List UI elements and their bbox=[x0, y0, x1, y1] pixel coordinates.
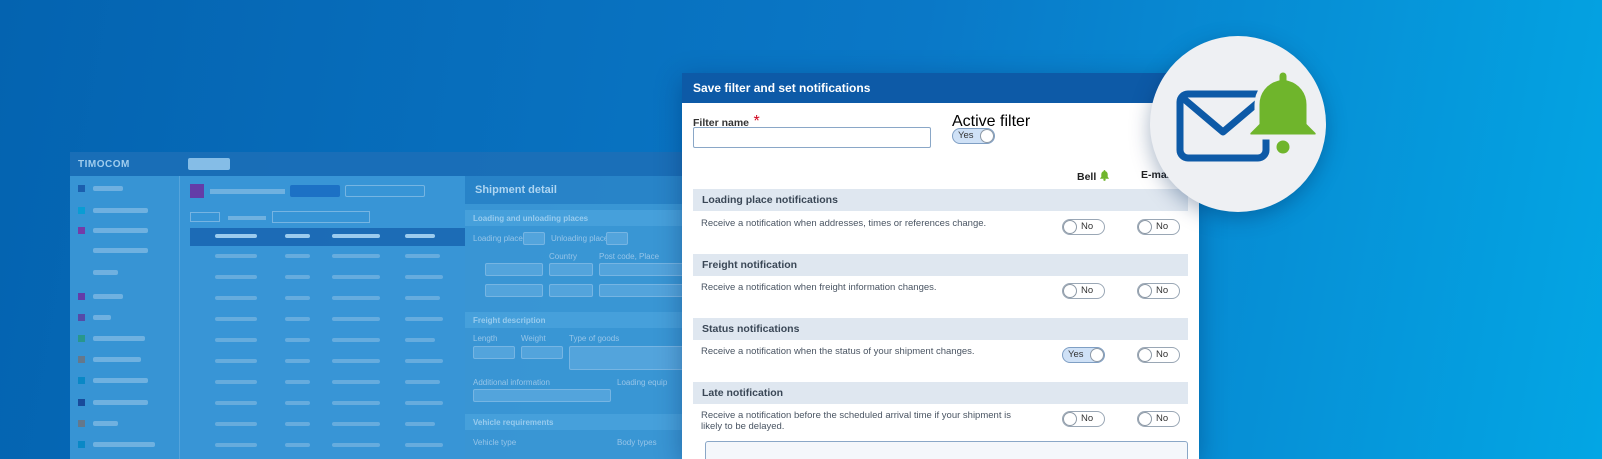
label: Weight bbox=[521, 334, 546, 343]
section-description: Receive a notification when addresses, t… bbox=[701, 218, 987, 229]
background-sidebar bbox=[70, 176, 180, 459]
section-late: Late notification bbox=[693, 382, 1188, 404]
label: Vehicle type bbox=[473, 438, 517, 447]
sidebar-item bbox=[78, 206, 148, 214]
background-filter bbox=[272, 211, 370, 223]
section-vehicle: Vehicle requirements bbox=[465, 414, 690, 430]
freight-bell-toggle[interactable]: No bbox=[1062, 283, 1105, 299]
sidebar-item bbox=[78, 419, 118, 427]
section-loading-place: Loading place notifications bbox=[693, 189, 1188, 211]
sidebar-item bbox=[93, 268, 118, 276]
postcode-field bbox=[599, 284, 689, 297]
label: Country bbox=[549, 252, 578, 261]
sidebar-item bbox=[78, 334, 145, 342]
background-top-button bbox=[187, 158, 230, 170]
toggle-label: No bbox=[1156, 413, 1169, 424]
label: Body types bbox=[617, 438, 657, 447]
weight-field bbox=[521, 346, 563, 359]
notification-badge bbox=[1150, 36, 1326, 212]
sidebar-item bbox=[78, 376, 148, 384]
background-shipment-detail: Shipment detail Loading and unloading pl… bbox=[465, 176, 690, 459]
background-app-topbar: TIMOCOM bbox=[70, 152, 690, 176]
dialog-title: Save filter and set notifications bbox=[682, 73, 1199, 103]
toggle-label: No bbox=[1156, 285, 1169, 296]
background-button bbox=[290, 185, 340, 197]
sidebar-item bbox=[78, 292, 123, 300]
bell-column-label: Bell bbox=[1077, 171, 1097, 183]
toggle-knob bbox=[1138, 412, 1152, 426]
label: Unloading place bbox=[551, 234, 609, 243]
loading-field bbox=[485, 263, 543, 276]
loading-place-email-toggle[interactable]: No bbox=[1137, 219, 1180, 235]
label: Type of goods bbox=[569, 334, 620, 343]
loading-place-bell-toggle[interactable]: No bbox=[1062, 219, 1105, 235]
status-email-toggle[interactable]: No bbox=[1137, 347, 1180, 363]
placeholder-line bbox=[210, 189, 285, 194]
loading-place-select bbox=[523, 232, 545, 245]
background-table-area bbox=[180, 176, 465, 459]
sidebar-item bbox=[93, 246, 148, 254]
toggle-knob bbox=[1063, 220, 1077, 234]
label: Loading place bbox=[473, 234, 523, 243]
toggle-knob bbox=[1063, 284, 1077, 298]
country-field bbox=[549, 284, 593, 297]
toggle-knob bbox=[1138, 220, 1152, 234]
late-email-toggle[interactable]: No bbox=[1137, 411, 1180, 427]
timocom-logo: TIMOCOM bbox=[78, 158, 130, 170]
toggle-label: No bbox=[1081, 221, 1094, 232]
toggle-knob bbox=[1138, 348, 1152, 362]
postcode-field bbox=[599, 263, 689, 276]
bell-column-header: Bell bbox=[1077, 169, 1110, 183]
section-description: Receive a notification when the status o… bbox=[701, 346, 975, 357]
sidebar-item bbox=[78, 440, 155, 448]
section-description: Receive a notification when freight info… bbox=[701, 282, 937, 293]
unloading-field bbox=[485, 284, 543, 297]
active-filter-toggle[interactable]: Yes bbox=[952, 128, 995, 144]
toggle-label: No bbox=[1081, 285, 1094, 296]
table-icon bbox=[190, 184, 204, 198]
goods-field bbox=[569, 346, 689, 370]
toggle-label: No bbox=[1081, 413, 1094, 424]
label: Additional information bbox=[473, 378, 550, 387]
sidebar-item bbox=[78, 184, 123, 192]
label: Post code, Place bbox=[599, 252, 660, 261]
toggle-label: No bbox=[1156, 349, 1169, 360]
toggle-label: Yes bbox=[1068, 349, 1084, 360]
toggle-label: Yes bbox=[958, 130, 974, 141]
length-field bbox=[473, 346, 515, 359]
unloading-place-select bbox=[606, 232, 628, 245]
toggle-label: No bbox=[1156, 221, 1169, 232]
save-filter-dialog: Save filter and set notifications Filter… bbox=[682, 73, 1199, 459]
additional-settings-box[interactable] bbox=[705, 441, 1188, 459]
background-button bbox=[345, 185, 425, 197]
sidebar-item bbox=[78, 398, 148, 406]
freight-email-toggle[interactable]: No bbox=[1137, 283, 1180, 299]
section-freight: Freight notification bbox=[693, 254, 1188, 276]
toggle-knob bbox=[1090, 348, 1104, 362]
sidebar-item bbox=[78, 355, 141, 363]
status-bell-toggle[interactable]: Yes bbox=[1062, 347, 1105, 363]
section-description: Receive a notification before the schedu… bbox=[701, 410, 1011, 432]
background-app-screenshot: TIMOCOM Shipment detail Loading and unlo… bbox=[70, 152, 690, 459]
envelope-bell-icon bbox=[1176, 67, 1321, 162]
toggle-knob bbox=[980, 129, 994, 143]
section-status: Status notifications bbox=[693, 318, 1188, 340]
sidebar-item bbox=[78, 226, 148, 234]
bell-icon bbox=[1100, 169, 1110, 181]
sidebar-item bbox=[78, 313, 111, 321]
toggle-knob bbox=[1138, 284, 1152, 298]
section-loading: Loading and unloading places bbox=[465, 210, 690, 226]
toggle-knob bbox=[1063, 412, 1077, 426]
shipment-detail-title: Shipment detail bbox=[465, 176, 690, 204]
label: Loading equip bbox=[617, 378, 668, 387]
late-bell-toggle[interactable]: No bbox=[1062, 411, 1105, 427]
filter-name-input[interactable] bbox=[693, 127, 931, 148]
country-field bbox=[549, 263, 593, 276]
label: Length bbox=[473, 334, 498, 343]
placeholder-line bbox=[228, 216, 266, 220]
background-filter bbox=[190, 212, 220, 222]
additional-info-field bbox=[473, 389, 611, 402]
section-freight: Freight description bbox=[465, 312, 690, 328]
